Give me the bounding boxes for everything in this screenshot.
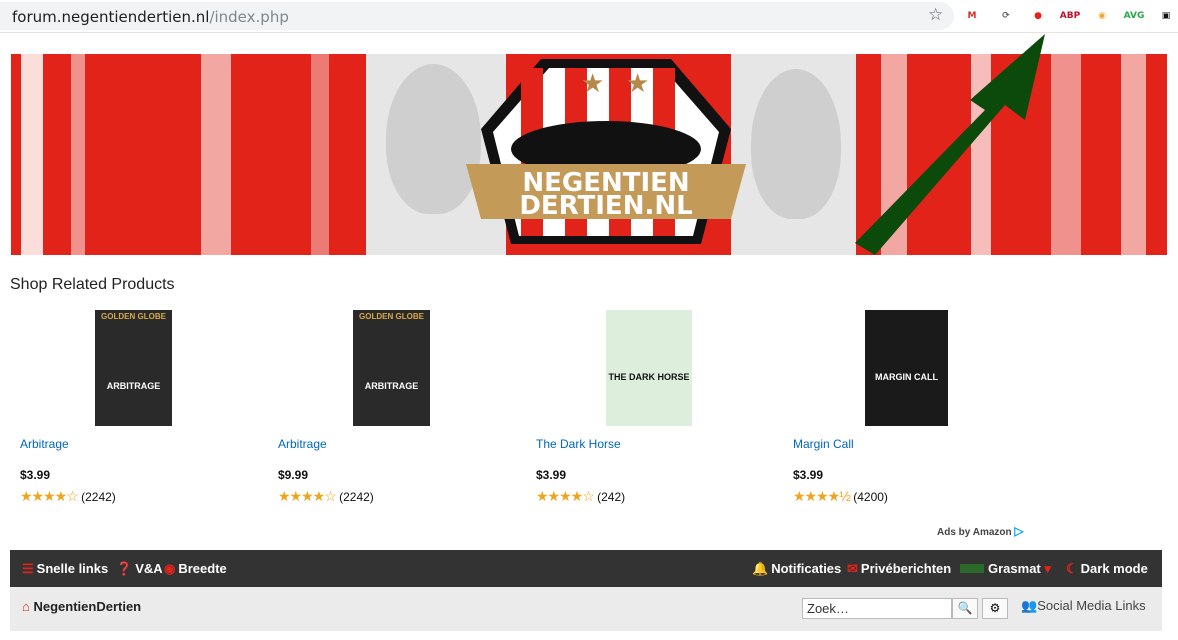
avg-icon[interactable]: AVG — [1124, 6, 1145, 26]
cover-caption: MARGIN CALL — [875, 372, 938, 382]
product-rating[interactable]: ★★★★☆ (2242) — [20, 488, 116, 505]
breadcrumb[interactable]: ⌂ NegentienDertien — [22, 599, 141, 614]
eye-icon: ◉ — [164, 561, 176, 576]
cover-caption: ARBITRAGE — [364, 381, 419, 391]
club-logo: ★ ★ NEGENTIEN DERTIEN.NL — [466, 59, 746, 244]
bookmark-star-icon[interactable]: ☆ — [928, 5, 943, 25]
cover-top-text: GOLDEN GLOBE — [359, 312, 424, 321]
product-cover-image[interactable]: GOLDEN GLOBE ARBITRAGE — [95, 310, 172, 426]
product-cover-image[interactable]: THE DARK HORSE — [606, 310, 692, 426]
product-rating[interactable]: ★★★★☆ (2242) — [278, 488, 374, 505]
user-menu[interactable]: Grasmat ▾ — [960, 561, 1054, 577]
ublock-icon[interactable]: ● — [1028, 6, 1048, 26]
cover-top-text: GOLDEN GLOBE — [101, 312, 166, 321]
breadcrumb-bar: ⌂ NegentienDertien Zoek… 🔍 ⚙ 👥Social Med… — [10, 587, 1162, 631]
svg-text:DERTIEN.NL: DERTIEN.NL — [519, 191, 692, 221]
gmail-icon[interactable]: M — [962, 6, 982, 26]
product-rating[interactable]: ★★★★☆ (242) — [536, 488, 625, 505]
address-bar[interactable]: forum.negentiendertien.nl/index.php — [0, 2, 954, 30]
product-price: $3.99 — [793, 468, 824, 482]
caret-down-icon: ▾ — [1044, 561, 1051, 576]
dark-extension-icon[interactable]: ▣ — [1156, 6, 1176, 26]
question-icon: ❓ — [116, 561, 133, 576]
width-toggle[interactable]: ◉ Breedte — [164, 561, 227, 577]
faq-link[interactable]: ❓ V&A — [116, 561, 163, 577]
search-button[interactable]: 🔍 — [952, 598, 978, 619]
bell-icon: 🔔 — [752, 561, 769, 576]
product-price: $3.99 — [536, 468, 567, 482]
social-media-links[interactable]: 👥Social Media Links — [1021, 598, 1146, 614]
product-title-link[interactable]: Arbitrage — [20, 437, 69, 451]
browser-toolbar: forum.negentiendertien.nl/index.php ☆ M ⟳… — [0, 0, 1178, 33]
hamburger-icon: ☰ — [22, 561, 34, 576]
product-price: $3.99 — [20, 468, 51, 482]
svg-text:★: ★ — [581, 69, 604, 99]
product-title-link[interactable]: Arbitrage — [278, 437, 327, 451]
star-rating-icon: ★★★★☆ — [20, 488, 79, 504]
private-messages-link[interactable]: ✉ Privéberichten — [847, 561, 951, 577]
search-icon: 🔍 — [957, 601, 973, 615]
review-count: (2242) — [339, 490, 374, 504]
gear-icon: ⚙ — [989, 601, 1001, 615]
portrait-right — [751, 69, 841, 219]
users-icon: 👥 — [1021, 598, 1038, 613]
url-text: forum.negentiendertien.nl/index.php — [12, 8, 289, 26]
review-count: (2242) — [81, 490, 116, 504]
avatar — [960, 564, 984, 573]
product-title-link[interactable]: Margin Call — [793, 437, 854, 451]
product-title-link[interactable]: The Dark Horse — [536, 437, 621, 451]
moon-icon: ☾ — [1066, 561, 1078, 576]
review-count: (4200) — [853, 490, 888, 504]
reload-icon[interactable]: ⟳ — [996, 6, 1016, 26]
star-rating-icon: ★★★★☆ — [536, 488, 595, 504]
svg-text:★: ★ — [626, 69, 649, 99]
star-rating-icon: ★★★★½ — [793, 488, 851, 504]
inbox-icon: ✉ — [847, 561, 858, 576]
shop-heading: Shop Related Products — [10, 276, 175, 293]
forum-banner: ★ ★ NEGENTIEN DERTIEN.NL — [11, 54, 1167, 255]
product-cover-image[interactable]: GOLDEN GLOBE ARBITRAGE — [353, 310, 430, 426]
cover-caption: ARBITRAGE — [106, 381, 161, 391]
product-rating[interactable]: ★★★★½ (4200) — [793, 488, 888, 505]
adblock-plus-icon[interactable]: ABP — [1060, 6, 1080, 26]
search-input[interactable]: Zoek… — [802, 598, 952, 619]
review-count: (242) — [597, 490, 626, 504]
dark-mode-toggle[interactable]: ☾ Dark mode — [1066, 561, 1148, 577]
star-rating-icon: ★★★★☆ — [278, 488, 337, 504]
home-icon: ⌂ — [22, 599, 30, 614]
adchoices-icon: ▷ — [1014, 524, 1024, 538]
notifications-link[interactable]: 🔔 Notificaties — [752, 561, 841, 577]
owl-extension-icon[interactable]: ◉ — [1092, 6, 1112, 26]
product-price: $9.99 — [278, 468, 309, 482]
advanced-search-button[interactable]: ⚙ — [982, 598, 1008, 619]
quick-links-menu[interactable]: ☰ Snelle links — [22, 561, 108, 577]
forum-navbar: ☰ Snelle links ❓ V&A ◉ Breedte 🔔 Notificatie… — [10, 550, 1162, 587]
ads-by-amazon[interactable]: Ads by Amazon ▷ — [937, 524, 1024, 538]
cover-caption: THE DARK HORSE — [608, 372, 690, 382]
product-cover-image[interactable]: MARGIN CALL — [865, 310, 948, 426]
